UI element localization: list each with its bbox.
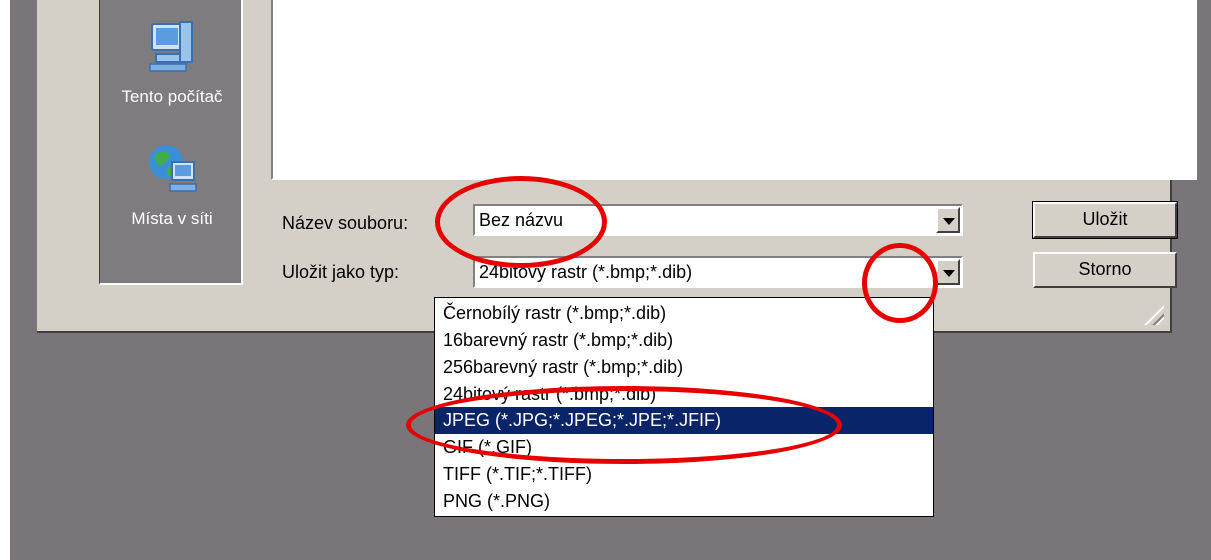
file-type-option[interactable]: 256barevný rastr (*.bmp;*.dib): [435, 354, 933, 381]
filename-value: Bez názvu: [479, 210, 564, 230]
file-type-option[interactable]: 16barevný rastr (*.bmp;*.dib): [435, 327, 933, 354]
chevron-down-icon: [943, 218, 955, 225]
file-type-option[interactable]: Černobílý rastr (*.bmp;*.dib): [435, 300, 933, 327]
filename-dropdown-button[interactable]: [936, 207, 960, 233]
save-button[interactable]: Uložit: [1032, 201, 1178, 239]
file-type-option[interactable]: TIFF (*.TIF;*.TIFF): [435, 461, 933, 488]
file-type-option-selected[interactable]: JPEG (*.JPG;*.JPEG;*.JPE;*.JFIF): [435, 407, 933, 434]
file-type-select[interactable]: 24bitový rastr (*.bmp;*.dib): [473, 256, 963, 288]
filename-input[interactable]: Bez názvu: [473, 204, 963, 236]
place-label: Tento počítač: [121, 87, 223, 106]
chevron-down-icon: [943, 270, 955, 277]
file-list-area[interactable]: [271, 0, 1197, 180]
cancel-button[interactable]: Storno: [1033, 252, 1177, 288]
place-my-computer[interactable]: Tento počítač: [100, 18, 244, 107]
file-type-label: Uložit jako typ:: [282, 262, 400, 282]
network-places-icon: [149, 145, 197, 192]
file-type-option[interactable]: PNG (*.PNG): [435, 488, 933, 515]
my-computer-icon: [149, 21, 193, 72]
file-type-dropdown-button[interactable]: [936, 259, 960, 285]
filename-label: Název souboru:: [282, 213, 409, 233]
file-type-value: 24bitový rastr (*.bmp;*.dib): [479, 262, 693, 282]
place-label: Místa v síti: [131, 209, 213, 228]
resize-grip[interactable]: [1144, 305, 1164, 325]
file-type-option[interactable]: GIF (*.GIF): [435, 434, 933, 461]
file-type-option[interactable]: 24bitový rastr (*.bmp;*.dib): [435, 381, 933, 408]
file-type-dropdown-list: Černobílý rastr (*.bmp;*.dib) 16barevný …: [434, 297, 934, 517]
save-as-dialog: Tento počítač Místa v síti Název souboru…: [37, 0, 1197, 333]
places-bar: Tento počítač Místa v síti: [99, 0, 243, 285]
place-network[interactable]: Místa v síti: [100, 140, 244, 229]
